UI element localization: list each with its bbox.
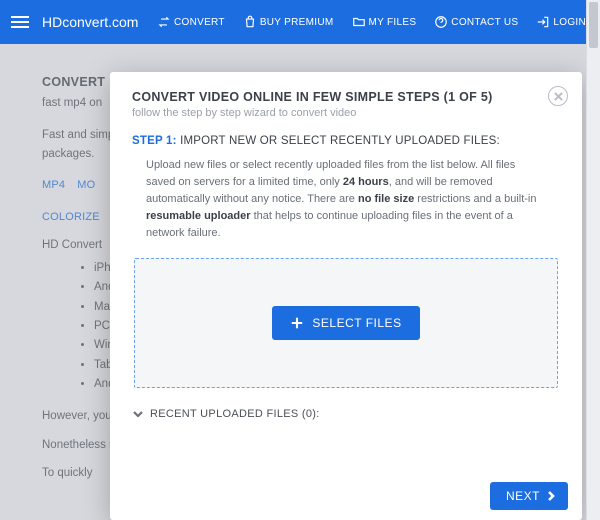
modal-title: CONVERT VIDEO ONLINE IN FEW SIMPLE STEPS… <box>132 90 560 104</box>
modal-footer: NEXT <box>490 482 568 510</box>
step-text: IMPORT NEW OR SELECT RECENTLY UPLOADED F… <box>180 135 500 147</box>
nav-login[interactable]: LOGIN <box>530 15 592 29</box>
modal-subtitle: follow the step by step wizard to conver… <box>132 107 560 119</box>
next-button[interactable]: NEXT <box>490 482 568 510</box>
nav-my-files[interactable]: MY FILES <box>346 15 423 29</box>
nav-buy-premium[interactable]: BUY PREMIUM <box>237 15 340 29</box>
menu-icon[interactable] <box>8 10 32 34</box>
brand[interactable]: HDconvert.com <box>42 14 138 30</box>
login-icon <box>536 15 550 29</box>
step-note: Upload new files or select recently uplo… <box>132 157 560 252</box>
step-heading: STEP 1: IMPORT NEW OR SELECT RECENTLY UP… <box>132 135 560 147</box>
folder-icon <box>352 15 366 29</box>
nav-contact[interactable]: CONTACT US <box>428 15 524 29</box>
chevron-down-icon <box>132 408 144 420</box>
chevron-right-icon <box>546 491 556 501</box>
convert-wizard-modal: CONVERT VIDEO ONLINE IN FEW SIMPLE STEPS… <box>110 72 582 520</box>
bag-icon <box>243 15 257 29</box>
step-label: STEP 1: <box>132 135 177 147</box>
top-bar: HDconvert.com CONVERT BUY PREMIUM MY FIL… <box>0 0 600 44</box>
plus-icon <box>290 316 304 330</box>
file-dropzone[interactable]: SELECT FILES <box>134 258 558 388</box>
swap-icon <box>157 15 171 29</box>
select-files-button[interactable]: SELECT FILES <box>272 306 419 340</box>
scrollbar-thumb[interactable] <box>589 2 598 48</box>
close-button[interactable] <box>548 86 568 106</box>
recent-files-toggle[interactable]: RECENT UPLOADED FILES (0): <box>132 408 560 420</box>
help-icon <box>434 15 448 29</box>
nav-convert[interactable]: CONVERT <box>151 15 231 29</box>
close-icon <box>554 92 563 101</box>
vertical-scrollbar[interactable] <box>586 0 600 520</box>
